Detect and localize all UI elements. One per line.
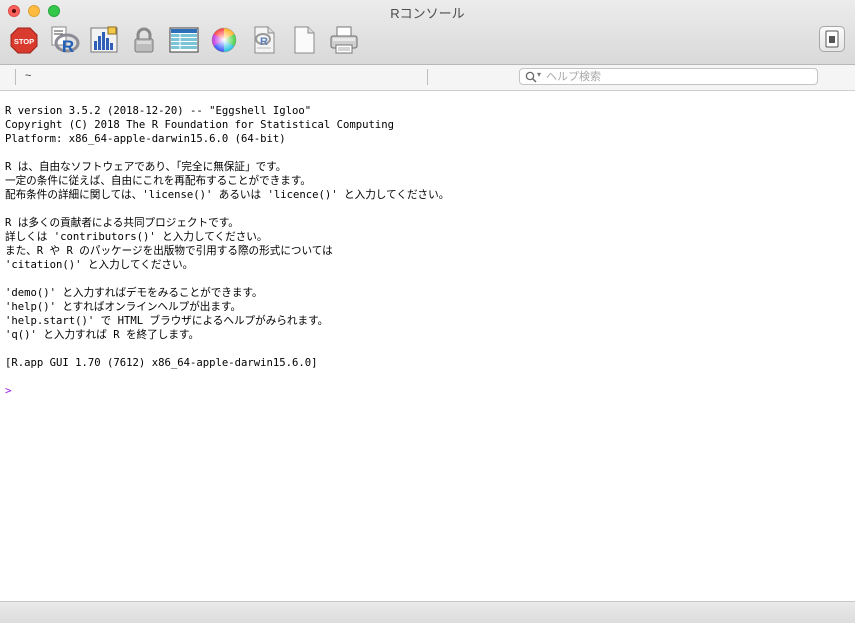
stop-icon: STOP [10,27,38,54]
console-line: 詳しくは 'contributors()' と入力してください。 [5,231,268,243]
color-picker-button[interactable] [208,24,240,56]
console-output-area[interactable]: R version 3.5.2 (2018-12-20) -- "Eggshel… [0,91,855,600]
print-icon [330,26,358,54]
console-line: 'help.start()' で HTML ブラウザによるヘルプがみられます。 [5,315,329,327]
r-document-icon: R [254,26,275,54]
open-r-document-button[interactable]: R [248,24,280,56]
color-wheel-icon [211,27,237,53]
console-line: [R.app GUI 1.70 (7612) x86_64-apple-darw… [5,357,318,369]
console-line: また、R や R のパッケージを出版物で引用する際の形式については [5,245,333,257]
lock-icon [134,27,154,53]
console-line: 'help()' とすればオンラインヘルプが出ます。 [5,301,242,313]
console-line: 'q()' と入力すれば R を終了します。 [5,329,200,341]
data-editor-icon [169,27,199,53]
print-button[interactable] [328,24,360,56]
toggle-drawer-button[interactable] [819,26,845,52]
console-line: 'citation()' と入力してください。 [5,259,194,271]
console-line: 'demo()' と入力すればデモをみることができます。 [5,287,263,299]
svg-text:R: R [260,36,268,48]
new-document-icon [294,26,315,54]
working-directory-path: ~ [25,70,32,82]
toggle-drawer-icon [825,30,839,48]
console-line: 配布条件の詳細に関しては、'license()' あるいは 'licence()… [5,189,450,201]
stop-button[interactable]: STOP [8,24,40,56]
working-directory-field[interactable]: ~ [15,69,428,85]
console-line: R は、自由なソフトウェアであり、「完全に無保証」です。 [5,161,287,173]
console-line: R version 3.5.2 (2018-12-20) -- "Eggshel… [5,105,312,117]
console-line: 一定の条件に従えば、自由にこれを再配布することができます。 [5,175,311,187]
quartz-graphics-button[interactable] [88,24,120,56]
chevron-down-icon[interactable]: ▾ [537,70,541,79]
chart-icon [90,26,118,53]
source-script-button[interactable]: R [48,24,80,56]
console-line: R は多くの貢献者による共同プロジェクトです。 [5,217,239,229]
r-console-window: Rコンソール STOP R R ~ ▾ ヘルプ検索 R version 3.5.… [0,0,855,623]
window-title: Rコンソール [390,6,465,21]
authenticate-button[interactable] [128,24,160,56]
search-icon [525,71,537,83]
path-search-bar: ~ ▾ [0,65,855,91]
status-bar [0,601,855,623]
help-search-field[interactable]: ▾ [519,68,818,85]
new-document-button[interactable] [288,24,320,56]
svg-text:STOP: STOP [14,37,34,46]
data-editor-button[interactable] [168,24,200,56]
console-line: Platform: x86_64-apple-darwin15.6.0 (64-… [5,133,286,145]
r-source-icon: R [51,26,80,56]
title-bar: Rコンソール STOP R R [0,0,855,65]
help-search-input[interactable] [546,69,806,84]
console-prompt[interactable]: > [5,384,12,397]
console-output-text: R version 3.5.2 (2018-12-20) -- "Eggshel… [5,104,449,370]
svg-text:R: R [62,37,74,56]
console-line: Copyright (C) 2018 The R Foundation for … [5,119,395,131]
